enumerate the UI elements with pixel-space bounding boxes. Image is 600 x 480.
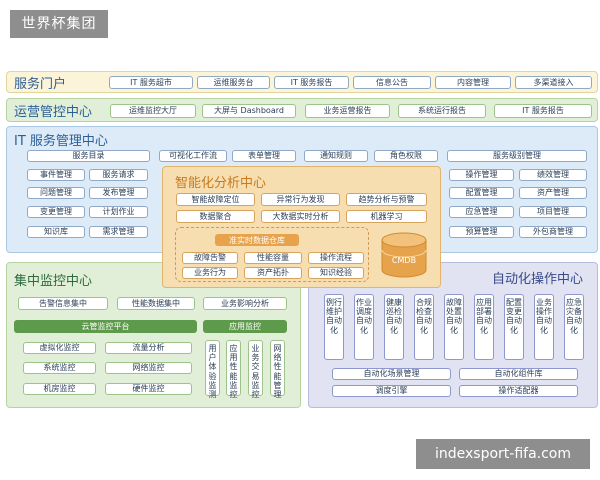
- itsm-item[interactable]: 配置管理: [449, 187, 514, 199]
- app-monitor-title: 应用监控: [203, 320, 287, 333]
- automation-item[interactable]: 应用部署自动化: [474, 294, 494, 360]
- itsm-item[interactable]: 服务请求: [89, 169, 148, 181]
- itsm-item[interactable]: 变更管理: [27, 206, 85, 218]
- app-monitor-item[interactable]: 应用性能监控: [226, 340, 241, 399]
- cloud-monitor-platform-title: 云管监控平台: [14, 320, 197, 333]
- ai-item[interactable]: 趋势分析与预警: [346, 193, 427, 206]
- itsm-item[interactable]: 事件管理: [27, 169, 85, 181]
- realtime-warehouse-title: 准实时数据仓库: [215, 234, 299, 246]
- ops-item[interactable]: 大屏与 Dashboard: [202, 104, 296, 118]
- cloud-monitor-item[interactable]: 网络监控: [105, 362, 192, 374]
- watermark: indexsport-fifa.com: [416, 439, 590, 469]
- monitor-item[interactable]: 性能数据集中: [117, 297, 195, 310]
- realtime-item[interactable]: 性能容量: [244, 252, 302, 264]
- itsm-item[interactable]: 计划作业: [89, 206, 148, 218]
- automation-item[interactable]: 故障处置自动化: [444, 294, 464, 360]
- portal-item[interactable]: 信息公告: [353, 76, 431, 89]
- portal-item[interactable]: IT 服务超市: [109, 76, 193, 89]
- monitor-title: 集中监控中心: [14, 274, 93, 289]
- automation-title: 自动化操作中心: [492, 272, 584, 287]
- automation-item[interactable]: 合规检查自动化: [414, 294, 434, 360]
- portal-item[interactable]: 多渠道接入: [515, 76, 592, 89]
- monitor-item[interactable]: 业务影响分析: [203, 297, 287, 310]
- automation-item[interactable]: 应急灾备自动化: [564, 294, 584, 360]
- app-monitor-item[interactable]: 网络性能管理: [270, 340, 285, 399]
- ops-item[interactable]: IT 服务报告: [494, 104, 592, 118]
- itsm-title: IT 服务管理中心: [14, 134, 108, 149]
- ai-analysis-title: 智能化分析中心: [175, 176, 267, 191]
- ai-item[interactable]: 智能故障定位: [176, 193, 255, 206]
- cmdb-label: CMDB: [391, 256, 417, 265]
- realtime-item[interactable]: 业务行为: [182, 267, 238, 279]
- itsm-item[interactable]: 角色权限: [374, 150, 438, 162]
- ops-control-title: 运营管控中心: [14, 105, 93, 120]
- automation-scene-management[interactable]: 自动化场景管理: [332, 368, 451, 380]
- itsm-item[interactable]: 发布管理: [89, 187, 148, 199]
- ops-item[interactable]: 运维监控大厅: [110, 104, 196, 118]
- monitor-item[interactable]: 告警信息集中: [18, 297, 108, 310]
- itsm-item[interactable]: 预算管理: [449, 226, 514, 238]
- ai-item[interactable]: 异常行为发现: [261, 193, 340, 206]
- scheduling-engine[interactable]: 调度引擎: [332, 385, 451, 397]
- itsm-item[interactable]: 项目管理: [519, 206, 587, 218]
- itsm-item[interactable]: 需求管理: [89, 226, 148, 238]
- realtime-item[interactable]: 故障告警: [182, 252, 238, 264]
- cloud-monitor-item[interactable]: 流量分析: [105, 342, 192, 354]
- portal-item[interactable]: 运维服务台: [197, 76, 270, 89]
- itsm-item[interactable]: 知识库: [27, 226, 85, 238]
- realtime-item[interactable]: 操作流程: [308, 252, 364, 264]
- itsm-item[interactable]: 资产管理: [519, 187, 587, 199]
- cloud-monitor-item[interactable]: 虚拟化监控: [23, 342, 96, 354]
- itsm-item[interactable]: 绩效管理: [519, 169, 587, 181]
- ai-item[interactable]: 机器学习: [346, 210, 427, 223]
- automation-item[interactable]: 作业调度自动化: [354, 294, 374, 360]
- automation-item[interactable]: 配置变更自动化: [504, 294, 524, 360]
- ai-item[interactable]: 数据聚合: [176, 210, 255, 223]
- itsm-item[interactable]: 服务级别管理: [447, 150, 587, 162]
- automation-item[interactable]: 健康巡检自动化: [384, 294, 404, 360]
- itsm-item[interactable]: 问题管理: [27, 187, 85, 199]
- cloud-monitor-item[interactable]: 硬件监控: [105, 383, 192, 395]
- ops-item[interactable]: 系统运行报告: [398, 104, 486, 118]
- itsm-item[interactable]: 可视化工作流: [159, 150, 227, 162]
- service-portal-title: 服务门户: [14, 77, 67, 92]
- itsm-item[interactable]: 表单管理: [232, 150, 296, 162]
- automation-item[interactable]: 业务操作自动化: [534, 294, 554, 360]
- realtime-item[interactable]: 资产拓扑: [244, 267, 302, 279]
- itsm-item[interactable]: 服务目录: [27, 150, 150, 162]
- cloud-monitor-item[interactable]: 机房监控: [23, 383, 96, 395]
- portal-item[interactable]: IT 服务报告: [274, 76, 349, 89]
- app-monitor-item[interactable]: 业务交易监控: [248, 340, 263, 399]
- automation-component-library[interactable]: 自动化组件库: [459, 368, 578, 380]
- app-monitor-item[interactable]: 用户体验监测: [205, 340, 220, 399]
- ai-item[interactable]: 大数据实时分析: [261, 210, 340, 223]
- realtime-item[interactable]: 知识经验: [308, 267, 364, 279]
- company-logo: 世界杯集团: [10, 10, 108, 38]
- portal-item[interactable]: 内容管理: [435, 76, 511, 89]
- ops-item[interactable]: 业务运营报告: [305, 104, 390, 118]
- cloud-monitor-item[interactable]: 系统监控: [23, 362, 96, 374]
- itsm-item[interactable]: 外包商管理: [519, 226, 587, 238]
- automation-item[interactable]: 例行维护自动化: [324, 294, 344, 360]
- operation-adapter[interactable]: 操作适配器: [459, 385, 578, 397]
- itsm-item[interactable]: 通知规则: [304, 150, 368, 162]
- itsm-item[interactable]: 应急管理: [449, 206, 514, 218]
- itsm-item[interactable]: 操作管理: [449, 169, 514, 181]
